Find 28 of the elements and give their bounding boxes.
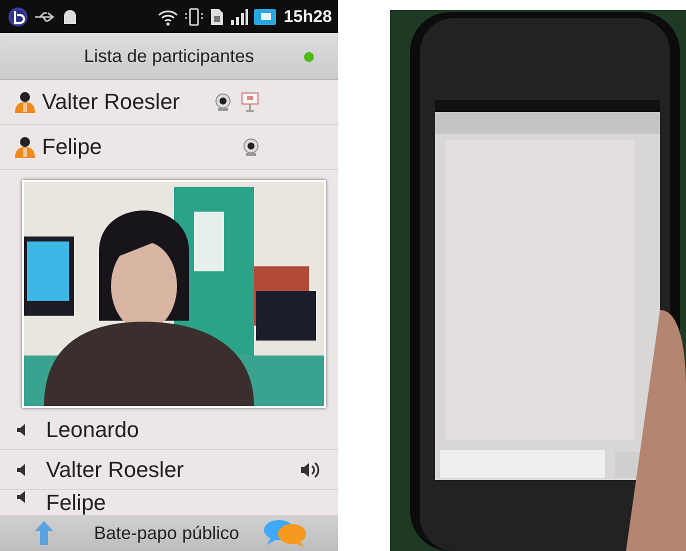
- screen-title: Lista de participantes: [84, 46, 254, 66]
- participant-name: Felipe: [46, 490, 106, 515]
- battery-icon: [254, 8, 278, 26]
- participant-row[interactable]: Felipe: [0, 125, 338, 170]
- participant-row[interactable]: Valter Roesler: [0, 80, 338, 125]
- participant-name: Leonardo: [46, 416, 139, 442]
- voice-row[interactable]: Felipe: [0, 490, 338, 515]
- speaker-icon: [16, 490, 26, 504]
- person-icon: [14, 136, 36, 158]
- voice-row[interactable]: Leonardo: [0, 410, 338, 450]
- sim-card-icon: [210, 8, 224, 26]
- speaker-icon: [16, 422, 26, 436]
- participant-name: Valter Roesler: [46, 456, 184, 482]
- android-icon: [62, 8, 78, 26]
- usb-icon: [34, 10, 56, 22]
- signal-icon: [230, 8, 248, 26]
- participant-name: Valter Roesler: [42, 89, 180, 115]
- participant-name: Felipe: [42, 134, 102, 160]
- speaker-icon: [16, 462, 26, 476]
- vibrate-icon: [184, 6, 204, 26]
- chat-button[interactable]: Bate-papo público: [94, 520, 240, 546]
- clock-time: 15h28: [284, 6, 332, 26]
- wifi-icon: [158, 8, 178, 26]
- person-icon: [14, 91, 36, 113]
- chat-bubbles-icon: [263, 518, 308, 548]
- up-arrow-icon: [34, 520, 54, 546]
- voice-row[interactable]: Valter Roesler: [0, 450, 338, 490]
- app-icon: [8, 6, 28, 26]
